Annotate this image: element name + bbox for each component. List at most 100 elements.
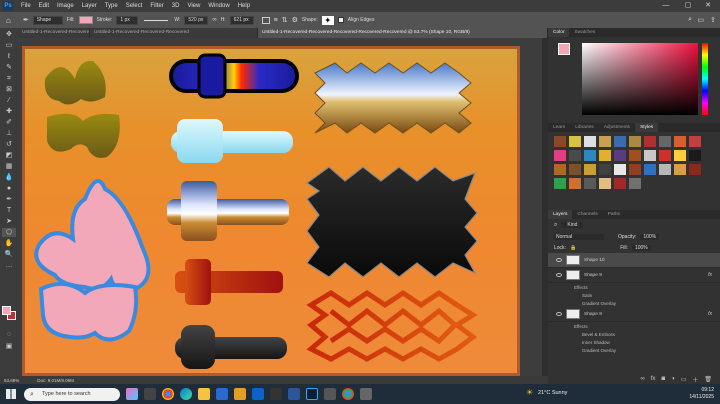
style-swatch[interactable] [599,150,611,161]
brush-tool-icon[interactable]: ✐ [2,118,16,127]
calendar-icon[interactable] [324,388,336,400]
layer-row-shape-9[interactable]: Shape 9 fx [548,268,720,283]
settings-gear-icon[interactable]: ⚙ [292,16,298,24]
tab-paths[interactable]: Paths [603,210,625,219]
lock-icon[interactable]: 🔒 [570,245,576,251]
folder-icon[interactable] [234,388,246,400]
terminal-icon[interactable] [270,388,282,400]
style-swatch[interactable] [674,136,686,147]
eyedropper-tool-icon[interactable]: ⁄ [2,96,16,105]
workspace-icon[interactable]: ▭ [697,16,704,24]
olive-shape[interactable] [44,60,120,158]
effects-header[interactable]: Effects [548,322,720,330]
word-icon[interactable] [288,388,300,400]
style-swatch[interactable] [689,150,701,161]
style-swatch[interactable] [644,150,656,161]
crop-tool-icon[interactable]: ⌗ [2,74,16,83]
tab-layers[interactable]: Layers [548,210,573,219]
home-icon[interactable]: ⌂ [6,16,11,25]
menu-image[interactable]: Image [53,3,78,9]
more-tools-icon[interactable]: … [2,261,16,270]
tab-document-2[interactable]: Untitled-1-Recovered-Recovered-Recovered [90,28,258,38]
style-swatch[interactable] [629,164,641,175]
tab-document-1[interactable]: Untitled-1-Recovered-Recovered [18,28,90,38]
eraser-tool-icon[interactable]: ◩ [2,151,16,160]
frame-tool-icon[interactable]: ⊠ [2,85,16,94]
fill-field[interactable]: 100% [631,245,651,251]
style-swatch[interactable] [614,164,626,175]
tab-document-active[interactable]: Untitled-1-Recovered-Recovered-Recovered… [258,28,548,38]
blur-tool-icon[interactable]: 💧 [2,173,16,182]
menu-type[interactable]: Type [101,3,122,9]
style-swatch[interactable] [554,178,566,189]
layer-row-shape-10[interactable]: Shape 10 [548,253,720,268]
width-field[interactable]: 520 px [184,15,209,25]
tab-libraries[interactable]: Libraries [570,123,598,132]
tab-styles[interactable]: Styles [635,123,659,132]
chrome-icon[interactable] [162,388,174,400]
style-swatch[interactable] [584,136,596,147]
style-swatch[interactable] [584,178,596,189]
color-picker-field[interactable] [582,43,698,115]
history-brush-tool-icon[interactable]: ↺ [2,140,16,149]
effect-satin[interactable]: Satin [548,291,720,299]
style-swatch[interactable] [674,150,686,161]
layer-row-shape-8[interactable]: Shape 8 fx [548,307,720,322]
blue-bar-shape[interactable] [169,53,299,99]
weather-text[interactable]: 21°C Sunny [538,390,567,396]
style-swatch[interactable] [614,136,626,147]
pen-tool-icon-left[interactable]: ✒ [2,195,16,204]
weather-icon[interactable]: ☀ [526,388,533,397]
screen-mode-icon[interactable]: ▣ [2,342,16,351]
layer-name[interactable]: Shape 8 [584,312,602,317]
menu-layer[interactable]: Layer [78,3,101,9]
edge-icon[interactable] [180,388,192,400]
style-swatch[interactable] [689,164,701,175]
hand-tool-icon[interactable]: ✋ [2,239,16,248]
style-swatch[interactable] [569,178,581,189]
tab-learn[interactable]: Learn [548,123,570,132]
healing-brush-tool-icon[interactable]: ✚ [2,107,16,116]
height-field[interactable]: 621 px [229,15,254,25]
foreground-color-swatch[interactable] [2,306,11,315]
task-view-icon[interactable] [144,388,156,400]
share-icon[interactable]: ⇪ [710,16,716,24]
hue-slider[interactable] [702,43,708,115]
style-swatch[interactable] [659,136,671,147]
lasso-tool-icon[interactable]: ℓ [2,52,16,61]
red-pattern-shape[interactable] [306,289,478,362]
pen-tool-icon[interactable]: ✒ [23,16,29,24]
foreground-swatch-small[interactable] [558,43,570,55]
type-tool-icon[interactable]: T [2,206,16,215]
chrome-icon-2[interactable] [342,388,354,400]
tool-mode-select[interactable]: Shape [32,15,63,25]
style-swatch[interactable] [659,164,671,175]
path-align-icon[interactable]: ≡ [274,17,278,24]
style-swatch[interactable] [569,136,581,147]
close-button[interactable]: ✕ [698,0,718,12]
fx-icon[interactable]: fx [708,272,712,278]
style-swatch[interactable] [599,136,611,147]
shape-picker-icon[interactable]: ✦ [321,15,334,25]
settings-icon[interactable] [360,388,372,400]
style-swatch[interactable] [584,150,596,161]
search-icon[interactable]: ⌕ [688,16,692,24]
menu-view[interactable]: View [183,3,204,9]
black-pattern-shape[interactable] [305,166,478,278]
menu-file[interactable]: File [17,3,35,9]
menu-select[interactable]: Select [122,3,147,9]
style-swatch[interactable] [629,150,641,161]
style-swatch[interactable] [614,178,626,189]
menu-filter[interactable]: Filter [146,3,167,9]
cyan-bar-shape[interactable] [171,119,293,163]
adjustment-icon[interactable]: ◑ [671,376,675,382]
gradient-tool-icon[interactable]: ▦ [2,162,16,171]
path-ops-icon[interactable] [261,16,270,24]
style-swatch[interactable] [584,164,596,175]
stamp-tool-icon[interactable]: ⊥ [2,129,16,138]
menu-edit[interactable]: Edit [35,3,53,9]
zoom-level[interactable]: 53.68% [4,378,19,383]
style-swatch[interactable] [554,150,566,161]
style-swatch[interactable] [569,150,581,161]
shape-tool-icon[interactable]: ⬠ [2,228,16,237]
